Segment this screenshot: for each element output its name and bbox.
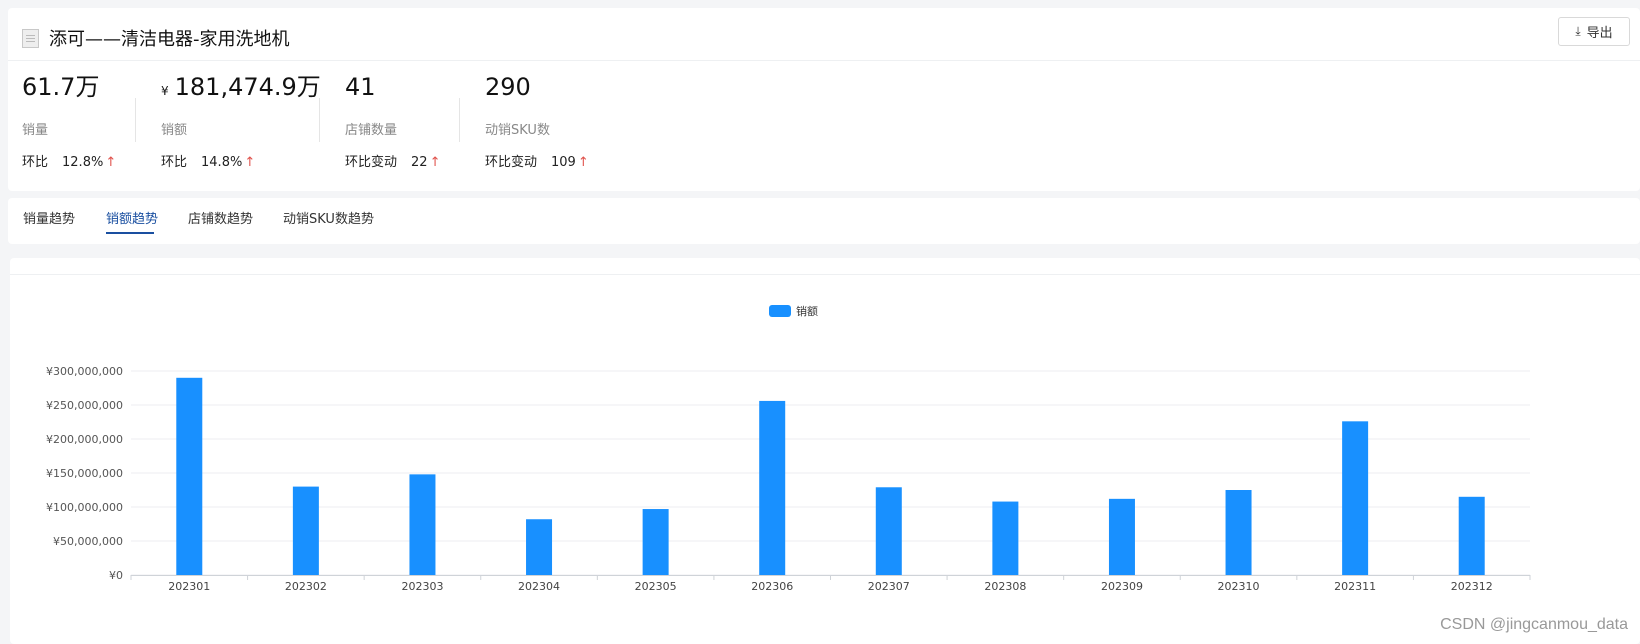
change-label: 环比变动 [485,155,538,170]
download-icon: ⤓ [1575,24,1581,38]
bar-202310[interactable] [1225,490,1252,575]
tab-active-sku-trend[interactable]: 动销SKU数趋势 [283,208,374,227]
bar-202305[interactable] [642,509,669,575]
x-tick-label: 202307 [868,580,910,593]
x-tick-label: 202306 [751,580,793,593]
x-tick-label: 202305 [635,580,677,593]
x-tick-label: 202302 [285,580,327,593]
bar-202302[interactable] [292,486,319,575]
change-value: 22 [411,155,428,170]
bar-202307[interactable] [875,487,902,575]
change-label: 环比 [161,155,188,170]
x-axis: 202301 202302 202303 202304 202305 202306 2023… [130,575,1531,593]
title-row: 添可——清洁电器-家用洗地机 [22,20,290,56]
bar-202309[interactable] [1108,498,1135,575]
metric-sales-amount: ¥181,474.9万 销额 环比 14.8% ↑ [161,70,321,170]
currency-symbol: ¥ [161,84,169,98]
y-tick-label: ¥0 [109,569,123,582]
y-tick-label: ¥50,000,000 [53,535,123,548]
export-button[interactable]: ⤓ 导出 [1558,17,1630,46]
arrow-up-icon: ↑ [429,155,441,170]
tab-store-count-trend[interactable]: 店铺数趋势 [188,208,253,227]
y-axis: ¥0 ¥50,000,000 ¥100,000,000 ¥150,000,000 ¥20… [46,365,123,582]
change-value: 14.8% [201,155,243,170]
metric-value: 61.7万 [22,73,100,101]
chart-card: 销额 ¥0 ¥50,000,000 ¥100,000,000 ¥150,000,000… [10,258,1640,644]
bar-202304[interactable] [526,519,553,575]
bar-202312[interactable] [1458,496,1485,575]
metric-value-text: 181,474.9万 [174,73,321,101]
metric-divider [135,98,136,142]
metric-change: 环比变动 22 ↑ [345,151,440,170]
arrow-up-icon: ↑ [244,155,256,170]
metric-value: 41 [345,73,376,101]
bar-202311[interactable] [1342,421,1369,575]
metric-change: 环比 14.8% ↑ [161,151,321,170]
legend-swatch [769,305,791,317]
arrow-up-icon: ↑ [105,155,117,170]
arrow-up-icon: ↑ [577,155,589,170]
metric-label: 销量 [22,123,49,138]
legend-label: 销额 [796,304,818,318]
y-tick-label: ¥100,000,000 [46,501,123,514]
bar-202308[interactable] [992,501,1019,575]
x-tick-label: 202303 [401,580,443,593]
x-tick-label: 202311 [1334,580,1376,593]
x-tick-label: 202301 [168,580,210,593]
tab-bar: 销量趋势 销额趋势 店铺数趋势 动销SKU数趋势 [8,198,1640,244]
bar-202303[interactable] [409,474,436,575]
x-tick-label: 202310 [1218,580,1260,593]
metric-change: 环比 12.8% ↑ [22,151,116,170]
export-label: 导出 [1586,26,1613,41]
x-tick-label: 202308 [984,580,1026,593]
metric-store-count: 41 店铺数量 环比变动 22 ↑ [345,70,440,170]
bar-202301[interactable] [176,377,203,575]
divider [8,60,1640,61]
tab-sales-amount-trend[interactable]: 销额趋势 [106,208,158,227]
gridlines [131,370,1530,576]
y-tick-label: ¥200,000,000 [46,433,123,446]
metric-divider [319,98,320,142]
metric-value: 290 [485,73,531,101]
metric-sales-volume: 61.7万 销量 环比 12.8% ↑ [22,70,116,170]
change-value: 109 [551,155,576,170]
metric-active-sku: 290 动销SKU数 环比变动 109 ↑ [485,70,589,170]
metric-value: ¥181,474.9万 [161,70,321,104]
watermark: CSDN @jingcanmou_data [1440,616,1628,633]
bar-chart: 销额 ¥0 ¥50,000,000 ¥100,000,000 ¥150,000,000… [46,304,1531,593]
tab-sales-volume-trend[interactable]: 销量趋势 [23,208,75,227]
y-tick-label: ¥300,000,000 [46,365,123,378]
x-tick-label: 202312 [1451,580,1493,593]
active-tab-indicator [106,232,154,234]
metric-label: 销额 [161,123,188,138]
legend[interactable]: 销额 [769,304,818,318]
y-tick-label: ¥250,000,000 [46,399,123,412]
x-tick-label: 202304 [518,580,560,593]
document-icon [22,28,39,48]
metric-label: 动销SKU数 [485,123,550,138]
metric-change: 环比变动 109 ↑ [485,151,589,170]
page-title: 添可——清洁电器-家用洗地机 [49,29,290,50]
bar-202306[interactable] [759,400,786,575]
bars [176,377,1485,575]
summary-card: 添可——清洁电器-家用洗地机 ⤓ 导出 61.7万 销量 环比 12.8% ↑ ¥1… [8,8,1640,191]
x-tick-label: 202309 [1101,580,1143,593]
metric-divider [459,98,460,142]
change-label: 环比 [22,155,49,170]
y-tick-label: ¥150,000,000 [46,467,123,480]
metric-label: 店铺数量 [345,123,398,138]
change-value: 12.8% [62,155,104,170]
change-label: 环比变动 [345,155,398,170]
